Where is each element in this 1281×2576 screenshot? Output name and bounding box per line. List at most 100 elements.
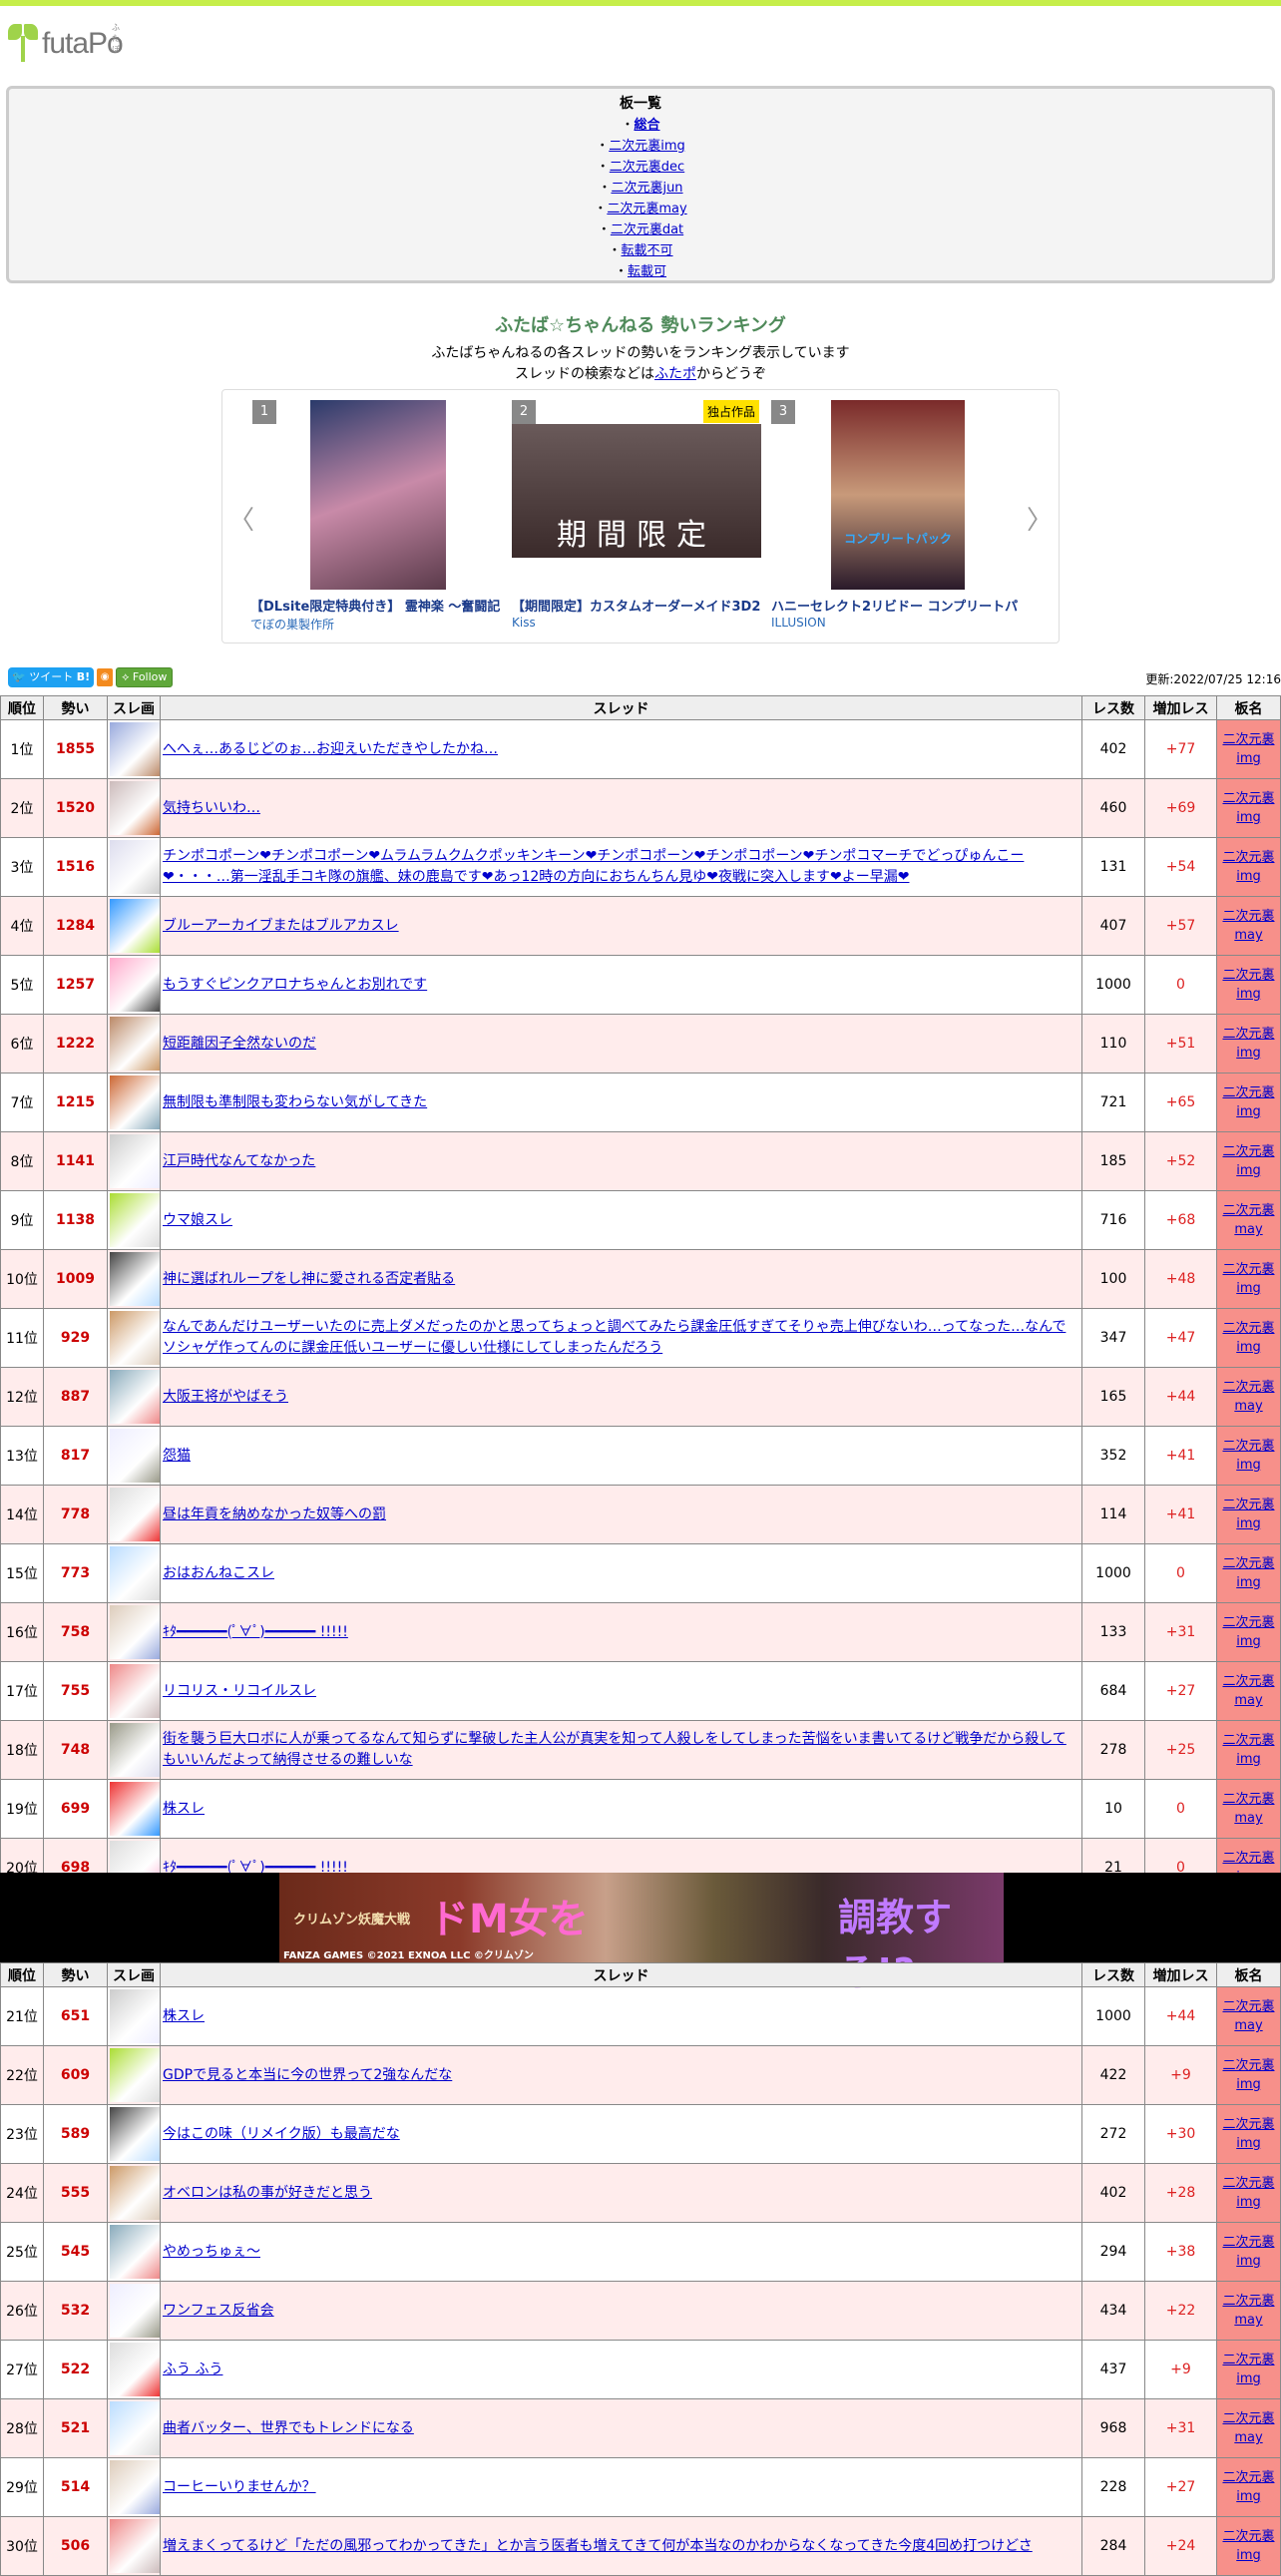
board-link[interactable]: 二次元裏 img	[1222, 2058, 1274, 2092]
thread-link[interactable]: 昼は年貢を納めなかった奴等への罰	[163, 1506, 386, 1522]
product-maker[interactable]: Kiss	[512, 616, 536, 630]
board-link-repost[interactable]: 転載可	[628, 264, 666, 279]
thread-link[interactable]: GDPで見ると本当に今の世界って2強なんだな	[163, 2067, 452, 2083]
thread-thumbnail[interactable]	[110, 722, 160, 776]
thread-thumbnail[interactable]	[110, 2401, 160, 2455]
thread-thumbnail[interactable]	[110, 2519, 160, 2573]
thread-link[interactable]: チンポコポーン❤チンポコポーン❤ムラムラムクムクポッキンキーン❤チンポコポーン❤…	[163, 848, 1024, 885]
product-image[interactable]: コンプリートパック	[831, 400, 965, 590]
thumbnail-cell[interactable]	[107, 1131, 161, 1191]
thread-thumbnail[interactable]	[110, 2048, 160, 2102]
board-link-dec[interactable]: 二次元裏dec	[610, 160, 684, 175]
thread-link[interactable]: 今はこの味（リメイク版）も最高だな	[163, 2126, 400, 2142]
thumbnail-cell[interactable]	[107, 1661, 161, 1721]
thumbnail-cell[interactable]	[107, 2045, 161, 2105]
product-image[interactable]: 期間限定	[512, 424, 761, 558]
thread-link[interactable]: 江戸時代なんてなかった	[163, 1153, 315, 1169]
thread-thumbnail[interactable]	[110, 1193, 160, 1247]
thread-link[interactable]: ワンフェス反省会	[163, 2303, 274, 2319]
thumbnail-cell[interactable]	[107, 1602, 161, 1662]
thread-thumbnail[interactable]	[110, 1370, 160, 1424]
futapo-link[interactable]: ふたポ	[654, 366, 696, 382]
thumbnail-cell[interactable]	[107, 1779, 161, 1839]
thread-thumbnail[interactable]	[110, 2107, 160, 2161]
carousel-next-icon[interactable]: 〉	[1027, 500, 1053, 537]
thumbnail-cell[interactable]	[107, 1485, 161, 1544]
thread-link[interactable]: ふう ふう	[163, 2361, 222, 2377]
thread-thumbnail[interactable]	[110, 2460, 160, 2514]
rss-icon[interactable]: ◉	[97, 668, 114, 686]
thread-link[interactable]: ｷﾀ━━━━━━(ﾟ∀ﾟ)━━━━━━ !!!!!	[163, 1624, 348, 1640]
thumbnail-cell[interactable]	[107, 1543, 161, 1603]
product-maker[interactable]: でぼの巣製作所	[250, 616, 334, 633]
board-link[interactable]: 二次元裏 img	[1222, 2235, 1274, 2269]
thumbnail-cell[interactable]	[107, 1308, 161, 1368]
thread-link[interactable]: 怨猫	[163, 1448, 191, 1464]
thread-link[interactable]: 増えまくってるけど「ただの風邪ってわかってきた」とか言う医者も増えてきて何が本当…	[163, 2538, 1033, 2554]
thumbnail-cell[interactable]	[107, 955, 161, 1015]
board-link[interactable]: 二次元裏 may	[1222, 1380, 1274, 1414]
thread-link[interactable]: へへぇ…あるじどのぉ…お迎えいただきやしたかね…	[163, 741, 498, 757]
thumbnail-cell[interactable]	[107, 1720, 161, 1780]
thread-thumbnail[interactable]	[110, 1017, 160, 1071]
thread-link[interactable]: 短距離因子全然ないのだ	[163, 1036, 316, 1052]
thread-link[interactable]: ブルーアーカイブまたはブルアカスレ	[163, 918, 399, 934]
board-link[interactable]: 二次元裏 img	[1222, 1262, 1274, 1296]
thread-link[interactable]: リコリス・リコイルスレ	[163, 1683, 316, 1699]
board-link[interactable]: 二次元裏 may	[1222, 1674, 1274, 1708]
board-link[interactable]: 二次元裏 img	[1222, 1321, 1274, 1355]
thread-link[interactable]: 株スレ	[163, 1801, 205, 1817]
board-link[interactable]: 二次元裏 img	[1222, 2353, 1274, 2386]
board-link[interactable]: 二次元裏 may	[1222, 1203, 1274, 1237]
board-link[interactable]: 二次元裏 img	[1222, 1615, 1274, 1649]
board-link[interactable]: 二次元裏 img	[1222, 968, 1274, 1002]
board-link[interactable]: 二次元裏 img	[1222, 1144, 1274, 1178]
board-link[interactable]: 二次元裏 img	[1222, 1085, 1274, 1119]
thread-thumbnail[interactable]	[110, 1605, 160, 1659]
thread-link[interactable]: 大阪王将がやばそう	[163, 1389, 288, 1405]
thread-link[interactable]: 株スレ	[163, 2008, 205, 2024]
board-link[interactable]: 二次元裏 may	[1222, 2411, 1274, 2445]
board-link[interactable]: 二次元裏 may	[1222, 909, 1274, 943]
thread-thumbnail[interactable]	[110, 1075, 160, 1129]
ad-image[interactable]: クリムゾン妖魔大戦 ドM女を 調教する!? FANZA GAMES ©2021 …	[279, 1873, 1004, 1994]
thumbnail-cell[interactable]	[107, 1190, 161, 1250]
thumbnail-cell[interactable]	[107, 837, 161, 897]
futapo-logo[interactable]: futaPo ふたぽ	[6, 22, 124, 62]
board-link-sougou[interactable]: 総合	[635, 118, 660, 133]
board-link[interactable]: 二次元裏 img	[1222, 1439, 1274, 1473]
thread-thumbnail[interactable]	[110, 2166, 160, 2220]
board-link[interactable]: 二次元裏 may	[1222, 1792, 1274, 1826]
thread-thumbnail[interactable]	[110, 1664, 160, 1718]
board-link[interactable]: 二次元裏 img	[1222, 791, 1274, 825]
thread-link[interactable]: 街を襲う巨大ロボに人が乗ってるなんて知らずに撃破した主人公が真実を知って人殺しを…	[163, 1731, 1067, 1768]
thread-link[interactable]: やめっちゅぇ〜	[163, 2244, 260, 2260]
thumbnail-cell[interactable]	[107, 2398, 161, 2458]
board-link[interactable]: 二次元裏 may	[1222, 2294, 1274, 2328]
thread-thumbnail[interactable]	[110, 1723, 160, 1777]
thumbnail-cell[interactable]	[107, 2163, 161, 2223]
thumbnail-cell[interactable]	[107, 1249, 161, 1309]
board-link[interactable]: 二次元裏 img	[1222, 732, 1274, 766]
board-list[interactable]: 板一覧 ・総合 ・二次元裏img ・二次元裏dec ・二次元裏jun ・二次元裏…	[6, 86, 1275, 283]
thread-thumbnail[interactable]	[110, 1429, 160, 1483]
thumbnail-cell[interactable]	[107, 1014, 161, 1073]
thread-link[interactable]: おはおんねこスレ	[163, 1565, 274, 1581]
thumbnail-cell[interactable]	[107, 1073, 161, 1132]
carousel-prev-icon[interactable]: 〈	[228, 500, 254, 537]
thumbnail-cell[interactable]	[107, 778, 161, 838]
thumbnail-cell[interactable]	[107, 1986, 161, 2046]
thumbnail-cell[interactable]	[107, 2281, 161, 2341]
board-link[interactable]: 二次元裏 img	[1222, 1733, 1274, 1767]
board-link[interactable]: 二次元裏 img	[1222, 2176, 1274, 2210]
thumbnail-cell[interactable]	[107, 896, 161, 956]
product-image[interactable]	[310, 400, 446, 590]
product-title[interactable]: 【DLsite限定特典付き】 霊神楽 ～奮闘記	[250, 596, 520, 615]
product-title[interactable]: 【期間限定】カスタムオーダーメイド3D2	[512, 596, 761, 615]
thread-link[interactable]: 無制限も準制限も変わらない気がしてきた	[163, 1094, 427, 1110]
thread-link[interactable]: コーヒーいりませんか？	[163, 2479, 316, 2495]
thumbnail-cell[interactable]	[107, 2457, 161, 2517]
thumbnail-cell[interactable]	[107, 2222, 161, 2282]
board-link[interactable]: 二次元裏 img	[1222, 2470, 1274, 2504]
thread-thumbnail[interactable]	[110, 1782, 160, 1836]
